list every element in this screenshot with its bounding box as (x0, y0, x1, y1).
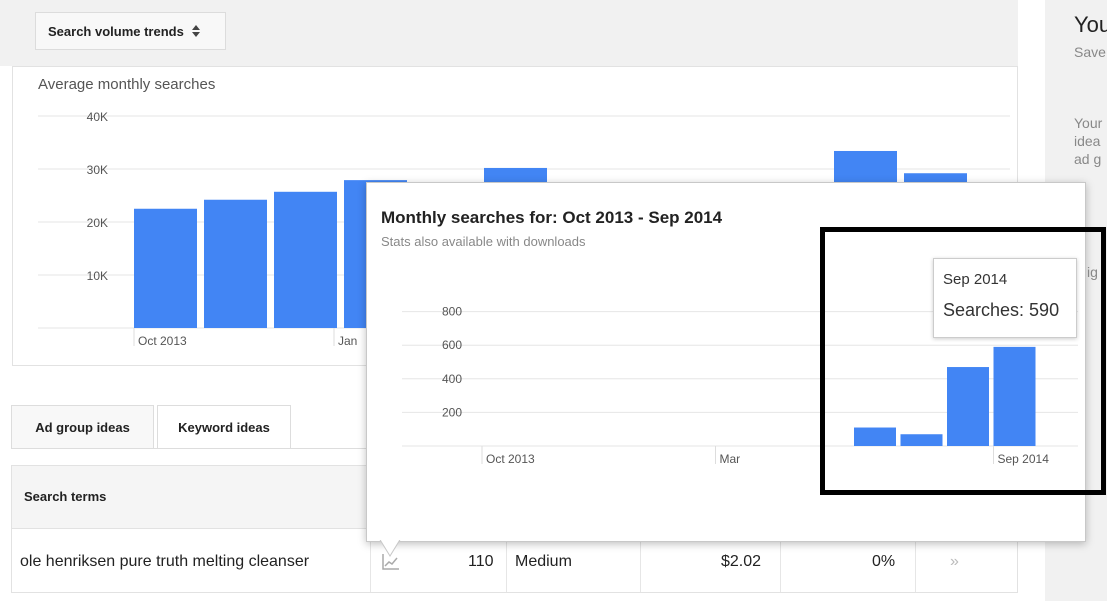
popup-pointer (379, 538, 401, 557)
chart-bar[interactable] (134, 208, 197, 328)
right-panel-line: ad g (1074, 151, 1102, 167)
sort-arrows-icon (191, 25, 200, 37)
tooltip-month: Sep 2014 (943, 271, 1008, 288)
right-panel-title: You (1074, 12, 1107, 37)
tab-ad-group-ideas[interactable]: Ad group ideas (11, 405, 154, 449)
column-header-search-terms[interactable]: Search terms (24, 489, 106, 504)
competition-cell: Medium (515, 553, 572, 570)
ad-impression-share-cell: 0% (872, 553, 896, 570)
chart-title: Average monthly searches (38, 76, 216, 93)
chart-bar[interactable] (204, 199, 267, 328)
double-chevron-right-icon[interactable]: » (950, 553, 959, 571)
y-tick-label: 800 (442, 305, 462, 319)
tab-keyword-ideas[interactable]: Keyword ideas (157, 405, 291, 449)
trend-dropdown-label: Search volume trends (48, 23, 184, 39)
chart-bar[interactable] (274, 191, 337, 328)
y-tick-label: 30K (87, 163, 108, 177)
right-panel-subtitle: Save (1074, 44, 1106, 60)
x-tick-label: Oct 2013 (138, 334, 187, 348)
right-panel-line: Your (1074, 115, 1103, 131)
x-tick-label: Mar (720, 452, 741, 466)
y-tick-label: 10K (87, 269, 108, 283)
x-tick-label: Jan (338, 334, 357, 348)
trend-dropdown[interactable]: Search volume trends (35, 12, 226, 50)
y-tick-label: 40K (87, 110, 108, 124)
y-tick-label: 400 (442, 372, 462, 386)
tooltip-value: Searches: 590 (943, 300, 1060, 320)
y-tick-label: 600 (442, 338, 462, 352)
right-panel-body: Your idea ad g (1074, 114, 1104, 168)
x-tick-label: Oct 2013 (486, 452, 535, 466)
avg-monthly-searches-cell: 110 (468, 553, 494, 570)
right-panel-line: idea (1074, 133, 1101, 149)
y-tick-label: 200 (442, 405, 462, 419)
suggested-bid-cell: $2.02 (721, 553, 762, 570)
y-tick-label: 20K (87, 216, 108, 230)
search-term-cell: ole henriksen pure truth melting cleanse… (20, 553, 310, 570)
chart-tooltip (933, 258, 1077, 338)
